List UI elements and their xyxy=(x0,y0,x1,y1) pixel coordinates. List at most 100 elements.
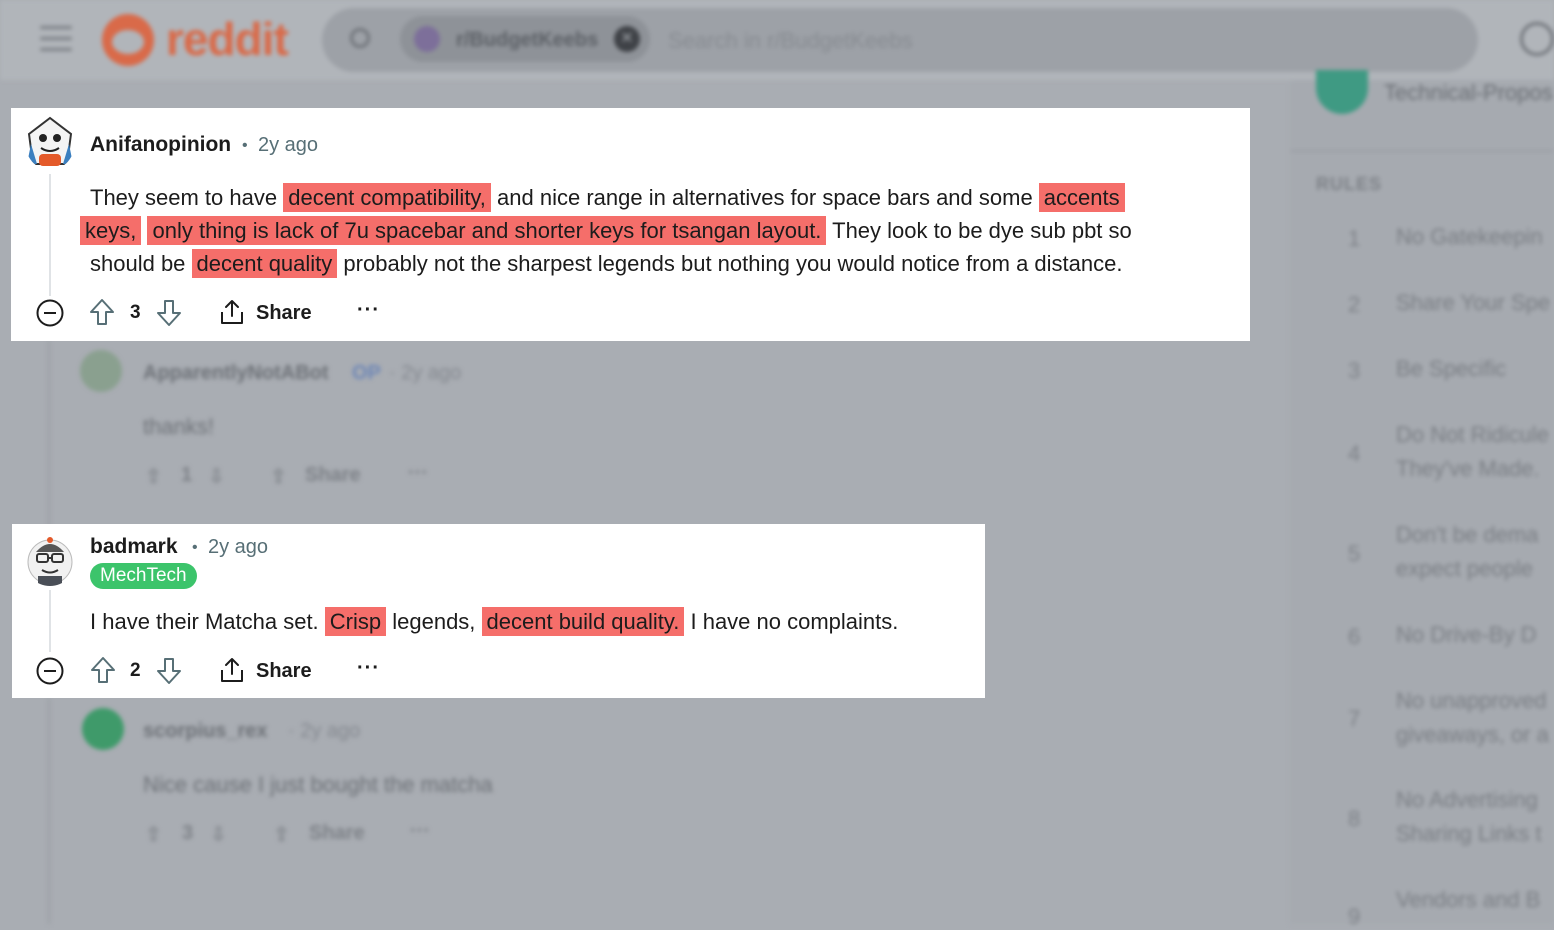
rule-item[interactable]: Don't be dema xyxy=(1396,518,1538,552)
comment-body-line: should be decent quality probably not th… xyxy=(90,247,1122,280)
rule-number: 5 xyxy=(1348,541,1361,566)
downvote-icon[interactable] xyxy=(156,657,182,685)
more-icon[interactable]: ··· xyxy=(408,462,428,485)
vote-count: 3 xyxy=(182,822,194,844)
avatar[interactable] xyxy=(82,708,124,750)
rule-item[interactable]: Do Not Ridicule xyxy=(1396,418,1549,452)
downvote-icon[interactable]: ⇩ xyxy=(210,822,227,847)
vote-count: 1 xyxy=(181,464,193,486)
rule-number: 6 xyxy=(1348,624,1361,649)
vote-count: 3 xyxy=(130,302,141,323)
comment-body-line: keys, only thing is lack of 7u spacebar … xyxy=(80,214,1132,247)
reply-timestamp: · 2y ago xyxy=(288,720,361,742)
collapse-icon[interactable] xyxy=(35,656,65,686)
share-button[interactable]: Share xyxy=(309,822,365,845)
rule-item[interactable]: No Drive-By D xyxy=(1396,618,1537,652)
rule-item-line2: expect people xyxy=(1396,556,1533,581)
rule-item[interactable]: Be Specific xyxy=(1396,352,1506,386)
collapse-icon[interactable] xyxy=(35,298,65,328)
upvote-icon[interactable]: ⇧ xyxy=(145,822,162,847)
rules-header: RULES xyxy=(1316,174,1383,194)
avatar[interactable] xyxy=(24,532,76,586)
body-text: probably not the sharpest legends but no… xyxy=(337,251,1123,276)
sidebar-top-text: Technical-Propos xyxy=(1384,80,1553,105)
body-text: They look to be dye sub pbt so xyxy=(826,218,1132,243)
share-icon[interactable] xyxy=(218,656,246,684)
thread-line[interactable] xyxy=(49,174,51,296)
subreddit-avatar xyxy=(414,26,440,52)
rule-number: 7 xyxy=(1348,706,1361,731)
body-text: I have no complaints. xyxy=(684,609,899,634)
search-icon xyxy=(350,28,370,48)
rule-number: 2 xyxy=(1348,292,1361,317)
upvote-icon[interactable] xyxy=(90,656,116,684)
highlighted-text: accents xyxy=(1038,183,1125,212)
reply-username[interactable]: ApparentlyNotABot xyxy=(143,362,329,385)
close-icon[interactable]: ✕ xyxy=(614,26,640,52)
chat-icon[interactable] xyxy=(1520,22,1554,56)
rule-item[interactable]: No unapproved xyxy=(1396,684,1546,718)
upvote-icon[interactable]: ⇧ xyxy=(145,464,162,489)
rule-number: 3 xyxy=(1348,358,1361,383)
more-icon[interactable]: ··· xyxy=(357,299,380,322)
share-button[interactable]: Share xyxy=(256,660,312,683)
share-button[interactable]: Share xyxy=(256,302,312,325)
rule-number: 9 xyxy=(1348,904,1361,929)
thread-line[interactable] xyxy=(49,590,51,652)
avatar-image xyxy=(27,537,73,586)
reddit-logo-text[interactable]: reddit xyxy=(166,12,289,66)
reply-body: thanks! xyxy=(143,414,214,439)
rule-number: 8 xyxy=(1348,806,1361,831)
op-badge: OP xyxy=(352,362,381,384)
rule-item[interactable]: No Advertising xyxy=(1396,783,1538,817)
more-icon[interactable]: ··· xyxy=(357,657,380,680)
reddit-logo-icon[interactable] xyxy=(102,14,154,66)
subreddit-chip-label: r/BudgetKeebs xyxy=(456,29,599,51)
comment-username[interactable]: Anifanopinion xyxy=(90,133,231,157)
body-text: I have their Matcha set. xyxy=(90,609,325,634)
share-icon[interactable]: ⇪ xyxy=(270,464,287,489)
avatar[interactable] xyxy=(80,350,122,392)
vote-count: 2 xyxy=(130,660,141,681)
rule-item-line2: They've Made. xyxy=(1396,456,1540,481)
body-text: should be xyxy=(90,251,192,276)
upvote-icon[interactable] xyxy=(89,298,115,326)
avatar-image xyxy=(27,116,73,166)
user-flair: MechTech xyxy=(90,563,197,589)
downvote-icon[interactable] xyxy=(156,299,182,327)
highlighted-text: keys, xyxy=(80,216,142,245)
comment-username[interactable]: badmark xyxy=(90,535,178,559)
body-text: and nice range in alternatives for space… xyxy=(490,185,1039,210)
rule-number: 4 xyxy=(1348,441,1361,466)
more-icon[interactable]: ··· xyxy=(410,820,430,843)
comment-body-line: They seem to have decent compatibility, … xyxy=(90,181,1125,214)
thread-line xyxy=(48,698,50,924)
reply-timestamp: · 2y ago xyxy=(389,362,462,384)
highlighted-text: only thing is lack of 7u spacebar and sh… xyxy=(147,216,827,245)
share-button[interactable]: Share xyxy=(305,464,361,487)
highlighted-text: decent build quality. xyxy=(481,607,685,636)
comment-actions: 2 Share ··· xyxy=(35,656,395,686)
rule-number: 1 xyxy=(1348,226,1361,251)
comment-timestamp[interactable]: 2y ago xyxy=(208,536,268,559)
downvote-icon[interactable]: ⇩ xyxy=(208,464,225,489)
comment-timestamp[interactable]: 2y ago xyxy=(258,134,318,157)
comment-body-line: I have their Matcha set. Crisp legends, … xyxy=(90,605,898,638)
highlighted-text: Crisp xyxy=(324,607,387,636)
share-icon[interactable]: ⇪ xyxy=(273,822,290,847)
comment-actions: 3 Share ··· xyxy=(35,298,395,328)
sidebar-divider xyxy=(1290,150,1554,152)
rule-item[interactable]: Vendors and B xyxy=(1396,883,1540,917)
rule-item-line2: Sharing Links t xyxy=(1396,821,1542,846)
avatar[interactable] xyxy=(25,114,75,170)
menu-icon[interactable] xyxy=(40,26,72,52)
reply-body: Nice cause I just bought the matcha xyxy=(143,772,493,797)
thread-line xyxy=(48,340,50,530)
rule-item[interactable]: No Gatekeepin xyxy=(1396,220,1543,254)
separator-dot: • xyxy=(192,539,198,556)
reply-username[interactable]: scorpius_rex xyxy=(143,720,268,743)
rule-item[interactable]: Share Your Spe xyxy=(1396,286,1550,320)
search-input[interactable]: Search in r/BudgetKeebs xyxy=(668,28,913,54)
highlighted-text: decent compatibility, xyxy=(283,183,491,212)
share-icon[interactable] xyxy=(218,298,246,326)
